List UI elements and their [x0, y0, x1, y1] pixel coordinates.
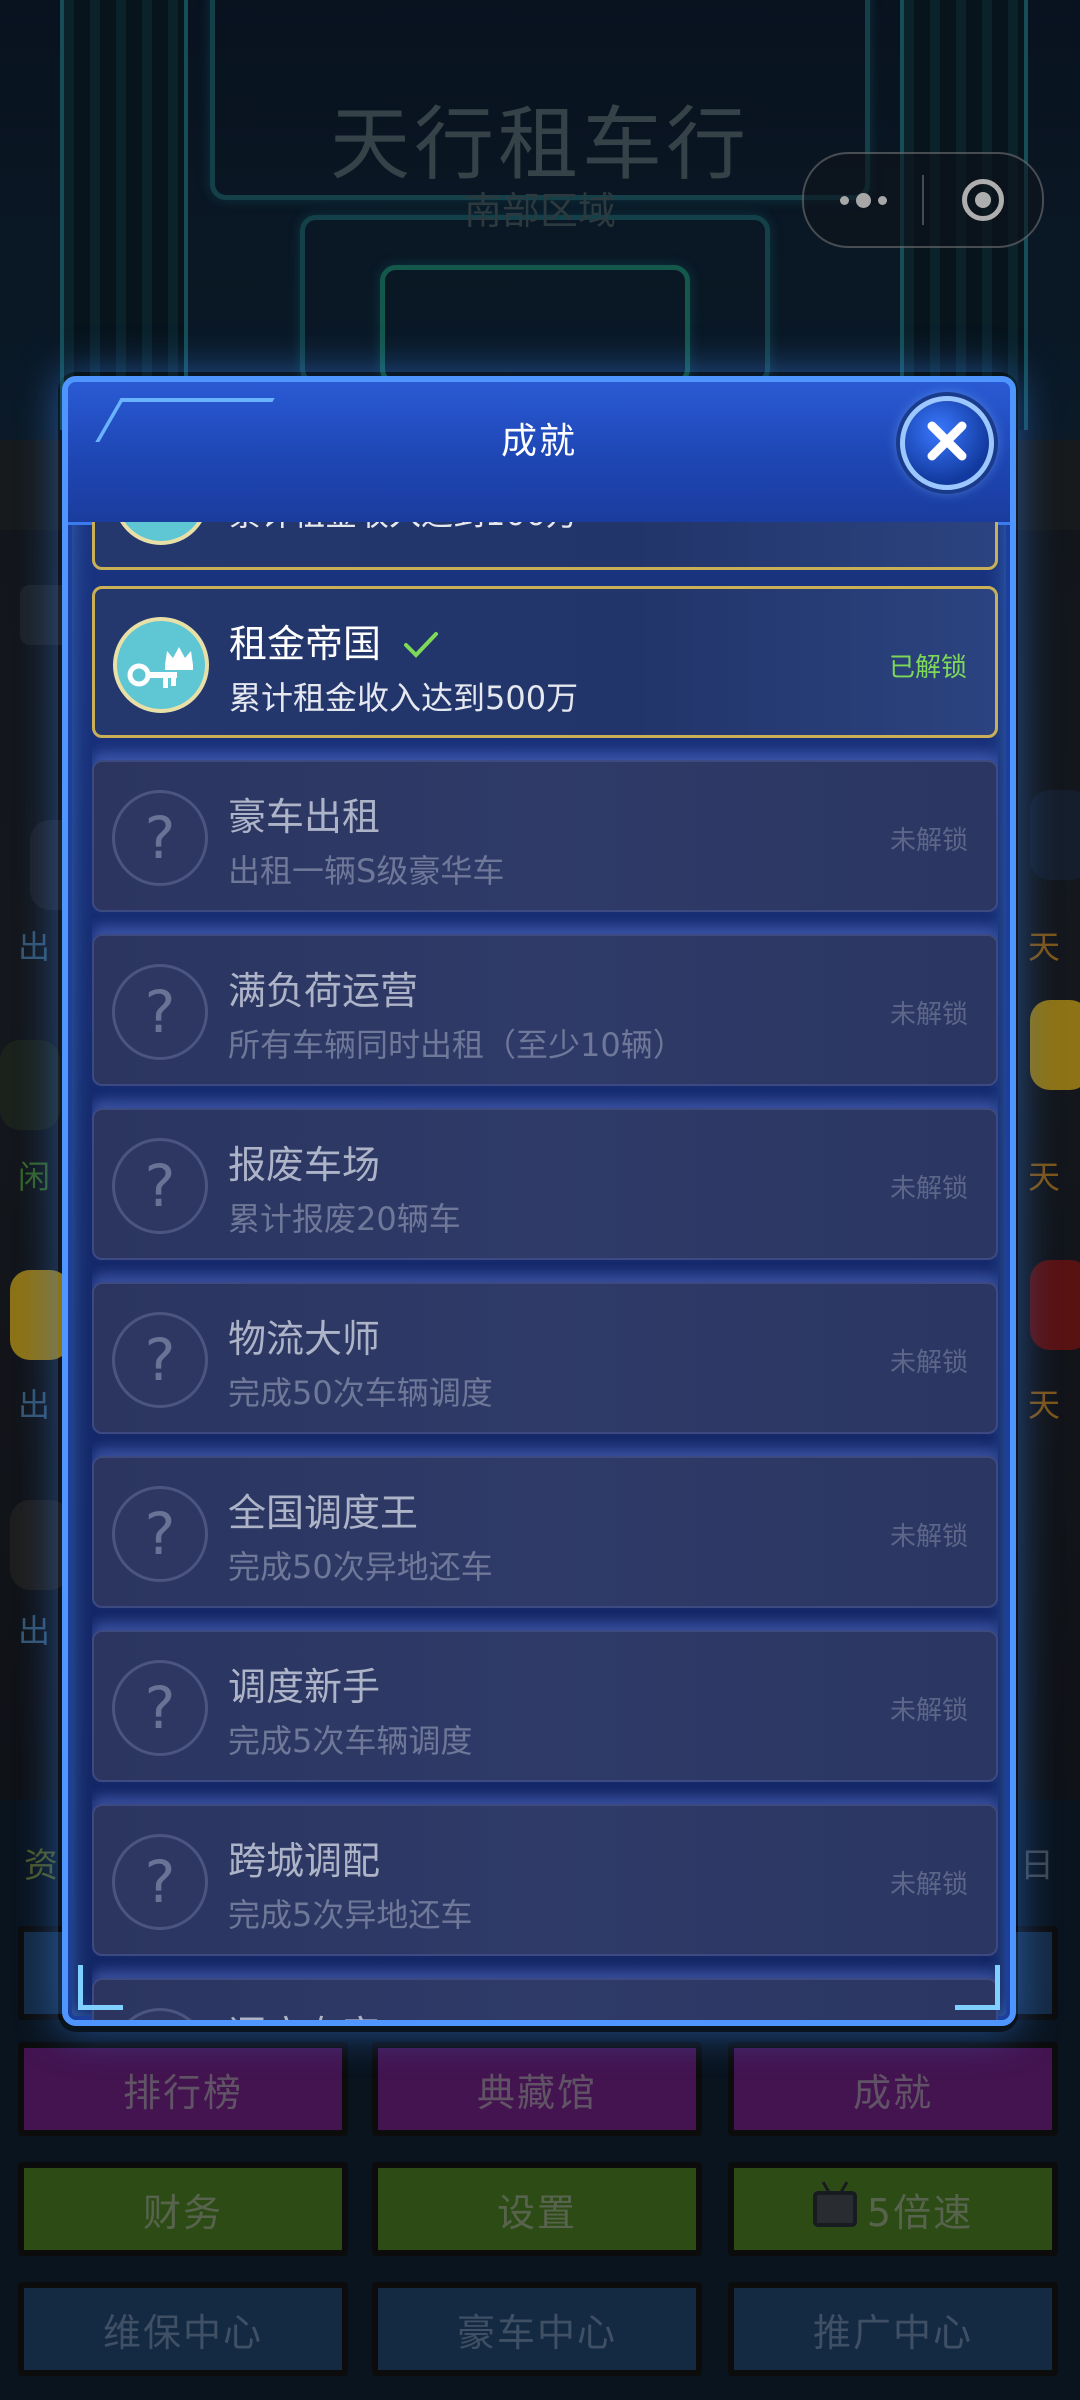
- achievement-title: 报废车场: [228, 1143, 381, 1187]
- achievement-desc: 累计租金收入达到100万: [229, 522, 578, 535]
- question-icon: ?: [112, 2008, 208, 2020]
- achievement-desc: 出租一辆S级豪华车: [228, 852, 505, 890]
- crown-key-icon: [113, 617, 209, 713]
- achievement-title: 豪车出租: [228, 795, 381, 839]
- status-badge: 已解锁: [888, 653, 967, 683]
- status-badge: 未解锁: [889, 1522, 968, 1552]
- achievement-desc: 完成50次车辆调度: [228, 1374, 493, 1412]
- achievement-card[interactable]: ? 全国调度王 完成50次异地还车 未解锁: [92, 1456, 998, 1608]
- check-icon: [403, 625, 439, 669]
- question-icon: ?: [112, 1312, 208, 1408]
- achievement-card[interactable]: ? 调度新手 完成5次车辆调度 未解锁: [92, 1630, 998, 1782]
- achievements-modal: 成就 累计租金收入达到100万 租金帝国: [62, 376, 1016, 2026]
- modal-title: 成就: [500, 421, 577, 462]
- status-badge: 未解锁: [889, 1696, 968, 1726]
- achievement-card[interactable]: 租金帝国 累计租金收入达到500万 已解锁: [92, 586, 998, 738]
- achievement-desc: 完成5次车辆调度: [228, 1722, 473, 1760]
- achievement-card[interactable]: ? 满负荷运营 所有车辆同时出租（至少10辆） 未解锁: [92, 934, 998, 1086]
- close-x-icon: [922, 416, 972, 470]
- achievement-desc: 所有车辆同时出租（至少10辆）: [228, 1026, 685, 1064]
- achievement-list[interactable]: 累计租金收入达到100万 租金帝国 累计租金收入达到500: [92, 522, 998, 2020]
- close-button[interactable]: [900, 396, 994, 490]
- status-badge: 未解锁: [889, 1348, 968, 1378]
- question-icon: ?: [112, 964, 208, 1060]
- status-badge: 未解锁: [889, 1000, 968, 1030]
- achievement-desc: 完成5次异地还车: [228, 1896, 473, 1934]
- status-badge: 未解锁: [889, 1870, 968, 1900]
- status-badge: 未解锁: [889, 826, 968, 856]
- question-icon: ?: [112, 790, 208, 886]
- achievement-title: 全国调度王: [228, 1491, 419, 1535]
- frame-corner: [955, 1965, 1000, 2010]
- achievement-title: 满负荷运营: [228, 969, 419, 1013]
- question-icon: ?: [112, 1486, 208, 1582]
- question-icon: ?: [112, 1138, 208, 1234]
- achievement-desc: 完成50次异地还车: [228, 1548, 493, 1586]
- achievement-title: 跨城调配: [228, 1839, 381, 1883]
- modal-header: 成就: [68, 382, 1010, 525]
- achievement-title: 逗广专家: [228, 2004, 380, 2020]
- question-icon: ?: [112, 1834, 208, 1930]
- status-badge: 未解锁: [889, 1174, 968, 1204]
- crown-key-icon: [113, 522, 209, 545]
- achievement-card[interactable]: ? 豪车出租 出租一辆S级豪华车 未解锁: [92, 760, 998, 912]
- achievement-card-partial: ? 逗广专家: [92, 1978, 998, 2020]
- achievement-title-text: 租金帝国: [229, 622, 382, 666]
- achievement-desc: 累计报废20辆车: [228, 1200, 461, 1238]
- achievement-card[interactable]: ? 报废车场 累计报废20辆车 未解锁: [92, 1108, 998, 1260]
- achievement-card[interactable]: ? 物流大师 完成50次车辆调度 未解锁: [92, 1282, 998, 1434]
- achievement-card[interactable]: ? 跨城调配 完成5次异地还车 未解锁: [92, 1804, 998, 1956]
- achievement-title: 租金帝国: [229, 613, 439, 669]
- achievement-title: 物流大师: [228, 1317, 381, 1361]
- achievement-desc: 累计租金收入达到500万: [229, 679, 579, 717]
- achievement-card-partial: 累计租金收入达到100万: [92, 522, 998, 570]
- question-icon: ?: [112, 1660, 208, 1756]
- achievement-title: 调度新手: [228, 1665, 381, 1709]
- frame-corner: [78, 1965, 123, 2010]
